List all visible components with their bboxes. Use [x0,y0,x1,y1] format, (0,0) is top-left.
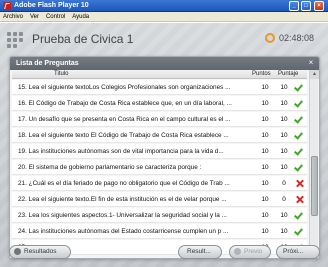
column-header: Titulo Puntos Puntaje [12,70,307,79]
question-row[interactable]: 24. Las instituciones autónomas del Esta… [12,224,307,239]
maximize-button[interactable]: □ [301,1,311,11]
question-points: 10 [261,164,269,171]
question-title: 19. Las instituciones autónomas son de v… [18,148,224,155]
question-points: 10 [261,180,269,187]
question-row[interactable]: 21. ¿Cuál es el día feriado de pago no o… [12,176,307,191]
question-title: 21. ¿Cuál es el día feriado de pago no o… [18,180,230,187]
question-score: 10 [280,132,288,139]
check-icon [295,131,304,140]
close-icon[interactable]: × [307,59,315,67]
question-points: 10 [261,100,269,107]
question-title: 15. Lea el siguiente textoLos Colegios P… [18,84,231,91]
cross-icon [295,179,304,188]
minimize-button[interactable]: _ [289,1,299,11]
app-area: Prueba de Civica 1 02:48:08 Lista de Pre… [0,23,328,267]
scroll-thumb[interactable] [311,156,318,216]
question-row[interactable]: 22. Lea el siguiente texto.El fin de est… [12,192,307,207]
results-button[interactable]: Resultados [9,245,71,259]
results-icon [14,247,21,255]
check-icon [295,147,304,156]
timer: 02:48:08 [279,33,315,43]
panel-title: Lista de Preguntas [10,57,319,70]
menu-item-ver[interactable]: Ver [28,12,41,22]
exam-title: Prueba de Civica 1 [32,32,134,46]
menu-item-archivo[interactable]: Archivo [1,12,25,22]
question-score: 10 [280,228,288,235]
question-points: 10 [261,132,269,139]
question-score: 10 [280,100,288,107]
check-icon [295,83,304,92]
question-score: 10 [280,164,288,171]
question-score: 0 [282,196,286,203]
question-title: 18. Lea el siguiente texto El Código de … [18,132,229,139]
check-icon [295,211,304,220]
menu-item-ayuda[interactable]: Ayuda [70,12,91,22]
scroll-up-button[interactable]: ▲ [310,70,319,79]
clock-icon [265,33,275,43]
question-row[interactable]: 20. El sistema de gobierno parlamentario… [12,160,307,175]
check-icon [295,99,304,108]
question-row[interactable]: 23. Lea los siguientes aspectos.1- Unive… [12,208,307,223]
flash-player-icon [3,2,11,10]
column-score[interactable]: Puntaje [278,70,298,79]
question-points: 10 [261,84,269,91]
check-icon [295,163,304,172]
question-points: 10 [261,116,269,123]
next-button[interactable]: Próxi... [276,245,320,259]
question-title: 17. Un desafío que se presenta en Costa … [18,116,231,123]
question-rows: 15. Lea el siguiente textoLos Colegios P… [12,80,307,258]
cross-icon [295,195,304,204]
question-row[interactable]: 19. Las instituciones autónomas son de v… [12,144,307,159]
grid-icon [7,32,23,48]
check-icon [295,115,304,124]
question-title: 23. Lea los siguientes aspectos.1- Unive… [18,212,227,219]
question-points: 10 [261,196,269,203]
question-score: 0 [282,180,286,187]
close-window-button[interactable]: × [314,1,324,11]
question-title: 20. El sistema de gobierno parlamentario… [18,164,202,171]
question-row[interactable]: 16. El Código de Trabajo de Costa Rica e… [12,96,307,111]
window-title: Adobe Flash Player 10 [14,2,89,9]
question-row[interactable]: 18. Lea el siguiente texto El Código de … [12,128,307,143]
question-score: 10 [280,116,288,123]
window-title-bar: Adobe Flash Player 10 _ □ × [0,0,328,12]
scrollbar[interactable]: ▲ ▼ [309,70,319,258]
menu-item-control[interactable]: Control [44,12,67,22]
previous-icon [234,247,241,255]
question-title: 16. El Código de Trabajo de Costa Rica e… [18,100,232,107]
question-score: 10 [280,212,288,219]
result-detail-button[interactable]: Result... [178,245,222,259]
question-score: 10 [280,84,288,91]
question-row[interactable]: 17. Un desafío que se presenta en Costa … [12,112,307,127]
column-points[interactable]: Puntos [252,70,271,79]
menu-bar: Archivo Ver Control Ayuda [0,12,328,22]
column-title[interactable]: Titulo [54,70,68,79]
check-icon [295,227,304,236]
question-points: 10 [261,212,269,219]
question-list-panel: Lista de Preguntas × Titulo Puntos Punta… [9,56,320,259]
question-points: 10 [261,148,269,155]
question-title: 24. Las instituciones autónomas del Esta… [18,228,229,235]
question-title: 22. Lea el siguiente texto.El fin de est… [18,196,227,203]
question-row[interactable]: 15. Lea el siguiente textoLos Colegios P… [12,80,307,95]
question-score: 10 [280,148,288,155]
previous-button[interactable]: Previo [229,245,271,259]
question-points: 10 [261,228,269,235]
